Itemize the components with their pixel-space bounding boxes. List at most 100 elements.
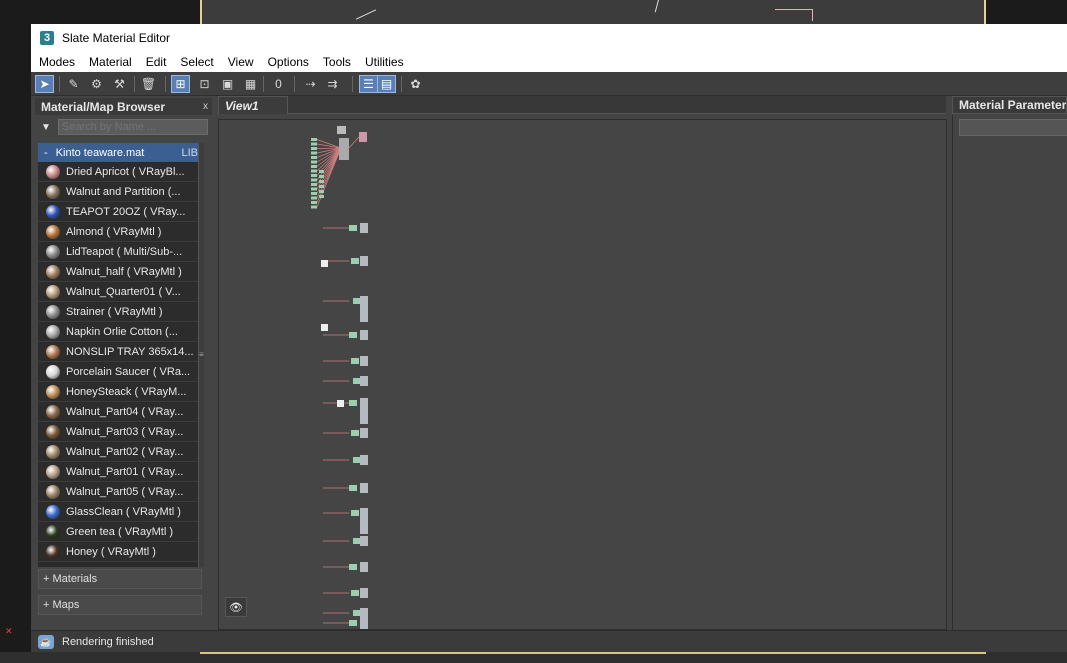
layout-all-icon[interactable]: ⇢ (301, 75, 320, 93)
browser-options-icon[interactable]: ▼ (38, 119, 54, 135)
viewport-frame-edge (200, 652, 986, 654)
lock-icon[interactable]: ⊡ (195, 75, 214, 93)
navigator-binoculars-icon[interactable]: 👁 (225, 597, 247, 617)
material-sphere-icon (46, 345, 60, 359)
material-list-item[interactable]: Walnut and Partition (... (38, 183, 202, 202)
material-list-item[interactable]: Walnut_Part05 ( VRay... (38, 483, 202, 502)
toolbar-separator (263, 76, 264, 92)
material-list-item[interactable]: Green tea ( VRayMtl ) (38, 523, 202, 542)
material-sphere-icon (46, 205, 60, 219)
search-input[interactable] (58, 119, 208, 135)
layout-children-icon[interactable]: ⇉ (323, 75, 342, 93)
menu-edit[interactable]: Edit (139, 52, 174, 72)
graph-node (360, 376, 368, 386)
viewport-line (775, 9, 813, 10)
material-list-item[interactable]: Porcelain Saucer ( VRa... (38, 363, 202, 382)
material-list-item[interactable]: Napkin Orlie Cotton (... (38, 323, 202, 342)
toolbar-separator (294, 76, 295, 92)
put-to-scene-icon[interactable]: ⚙ (87, 75, 106, 93)
graph-node (349, 400, 357, 406)
scrollbar-grip-icon[interactable]: ≡ (199, 349, 204, 361)
graph-node (349, 485, 357, 491)
pick-material-icon[interactable]: ✎ (64, 75, 83, 93)
graph-node (321, 324, 328, 331)
material-sphere-icon (46, 405, 60, 419)
toolbar-separator (165, 76, 166, 92)
toolbar: ➤ ✎ ⚙ ⚒ 🗑 ⊞ ⊡ ▣ ▦ 0 ⇢ ⇉ ☰ ▤ ✿ (31, 72, 1067, 96)
material-id-icon[interactable]: 0 (269, 75, 288, 93)
material-label: Dried Apricot ( VRayBl... (66, 166, 185, 178)
navigator-icon[interactable]: ▤ (377, 75, 396, 93)
menu-utilities[interactable]: Utilities (358, 52, 411, 72)
material-list-item[interactable]: Walnut_Quarter01 ( V... (38, 283, 202, 302)
graph-node (311, 156, 317, 159)
graph-node (311, 142, 317, 146)
material-list-item[interactable]: Dried Apricot ( VRayBl... (38, 163, 202, 182)
material-label: Napkin Orlie Cotton (... (66, 326, 178, 338)
viewport-background (0, 0, 1067, 24)
material-sphere-icon (46, 165, 60, 179)
material-list-item[interactable]: Walnut_Part01 ( VRay... (38, 463, 202, 482)
parameter-name-field[interactable] (959, 119, 1067, 136)
menu-modes[interactable]: Modes (31, 52, 82, 72)
menu-view[interactable]: View (221, 52, 261, 72)
teapot-status-icon: ☕ (38, 634, 54, 649)
collapse-icon[interactable]: - (44, 147, 48, 159)
node-view[interactable]: 👁 (218, 119, 947, 630)
material-label: Walnut_half ( VRayMtl ) (66, 266, 182, 278)
material-param-icon[interactable]: ☰ (359, 75, 378, 93)
menu-select[interactable]: Select (173, 52, 220, 72)
graph-node (319, 195, 324, 198)
assign-material-icon[interactable]: ⚒ (110, 75, 129, 93)
show-background-icon[interactable]: ▦ (241, 75, 260, 93)
graph-node (311, 160, 317, 164)
material-sphere-icon (46, 265, 60, 279)
material-list-item[interactable]: Strainer ( VRayMtl ) (38, 303, 202, 322)
material-list-item[interactable]: Almond ( VRayMtl ) (38, 223, 202, 242)
material-sphere-icon (46, 365, 60, 379)
material-sphere-icon (46, 305, 60, 319)
render-map-icon[interactable]: ✿ (406, 75, 425, 93)
delete-icon[interactable]: 🗑 (139, 75, 158, 93)
material-sphere-icon (46, 325, 60, 339)
material-list-item[interactable]: TEAPOT 20OZ ( VRay... (38, 203, 202, 222)
material-list-item[interactable]: HoneySteack ( VRayM... (38, 383, 202, 402)
material-list-item[interactable]: Walnut_Part03 ( VRay... (38, 423, 202, 442)
section-maps[interactable]: + Maps (38, 595, 202, 615)
graph-node (311, 178, 317, 182)
menu-material[interactable]: Material (82, 52, 139, 72)
material-list-item[interactable]: GlassClean ( VRayMtl ) (38, 503, 202, 522)
material-sphere-icon (46, 545, 60, 559)
material-list-item[interactable]: Walnut_Part02 ( VRay... (38, 443, 202, 462)
graph-node (311, 183, 317, 186)
graph-node (311, 196, 317, 200)
material-sphere-icon (46, 465, 60, 479)
material-label: Walnut_Part02 ( VRay... (66, 446, 184, 458)
select-tool-icon[interactable]: ➤ (35, 75, 54, 93)
node-graph[interactable] (219, 120, 946, 629)
move-children-icon[interactable]: ⊞ (171, 75, 190, 93)
menu-bar: Modes Material Edit Select View Options … (31, 52, 1067, 72)
material-list-item[interactable]: NONSLIP TRAY 365x14... (38, 343, 202, 362)
menu-options[interactable]: Options (261, 52, 316, 72)
title-bar[interactable]: 3 Slate Material Editor (31, 24, 1067, 52)
menu-tools[interactable]: Tools (316, 52, 358, 72)
graph-node (360, 536, 368, 546)
material-list-item[interactable]: Walnut_half ( VRayMtl ) (38, 263, 202, 282)
material-list-item[interactable]: Walnut_Part04 ( VRay... (38, 403, 202, 422)
tab-view1[interactable]: View1 (218, 96, 288, 114)
graph-node (360, 618, 368, 628)
library-header[interactable]: - Kinto teaware.mat LIB (38, 143, 202, 162)
show-map-icon[interactable]: ▣ (218, 75, 237, 93)
graph-node (360, 508, 368, 534)
graph-node (349, 332, 357, 338)
section-materials[interactable]: + Materials (38, 569, 202, 589)
browser-close-icon[interactable]: x (203, 101, 212, 112)
graph-wire (316, 139, 342, 149)
material-sphere-icon (46, 225, 60, 239)
graph-node (360, 356, 368, 366)
material-list-item[interactable]: Honey ( VRayMtl ) (38, 543, 202, 562)
material-label: Walnut_Part03 ( VRay... (66, 426, 184, 438)
material-list-item[interactable]: LidTeapot ( Multi/Sub-... (38, 243, 202, 262)
material-sphere-icon (46, 505, 60, 519)
